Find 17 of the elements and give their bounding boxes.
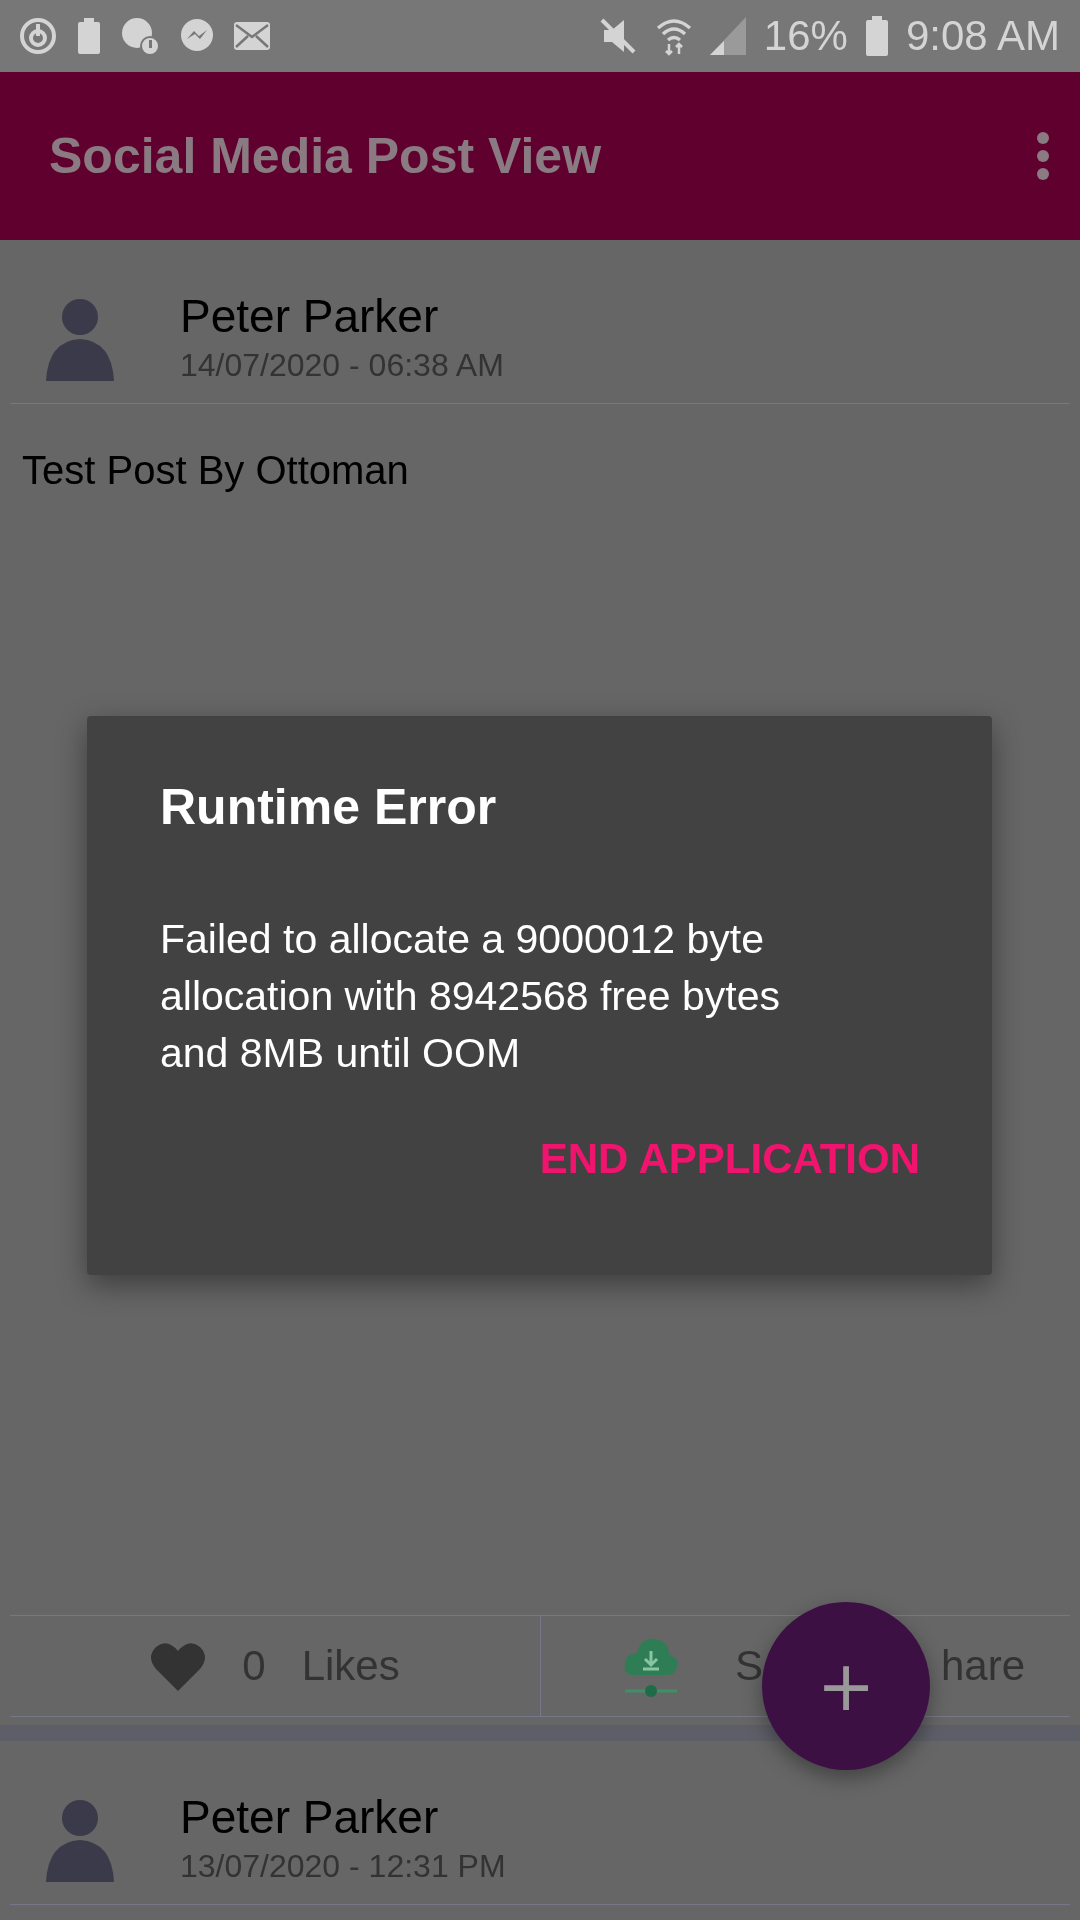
post-text: Test Post By Ottoman [22, 448, 410, 493]
end-application-button[interactable]: END APPLICATION [539, 1127, 920, 1191]
battery-icon [865, 16, 888, 56]
power-icon [18, 16, 58, 56]
dialog-message: Failed to allocate a 9000012 byte allocation with 8942568 free bytes and 8MB until OOM [160, 915, 781, 1078]
author-name: Peter Parker [180, 1790, 440, 1844]
mail-icon [234, 22, 270, 50]
wifi-icon [655, 16, 692, 56]
clock: 9:08 AM [905, 12, 1060, 60]
signal-icon [709, 17, 746, 55]
author-name: Peter Parker [180, 289, 440, 343]
app-title: Social Media Post View [49, 127, 603, 185]
dialog-title: Runtime Error [160, 778, 498, 836]
alert-bubble-icon [120, 16, 160, 56]
overflow-menu-icon[interactable] [1036, 132, 1050, 180]
heart-icon[interactable] [150, 1641, 207, 1691]
battery-percent: 16% [763, 12, 848, 60]
